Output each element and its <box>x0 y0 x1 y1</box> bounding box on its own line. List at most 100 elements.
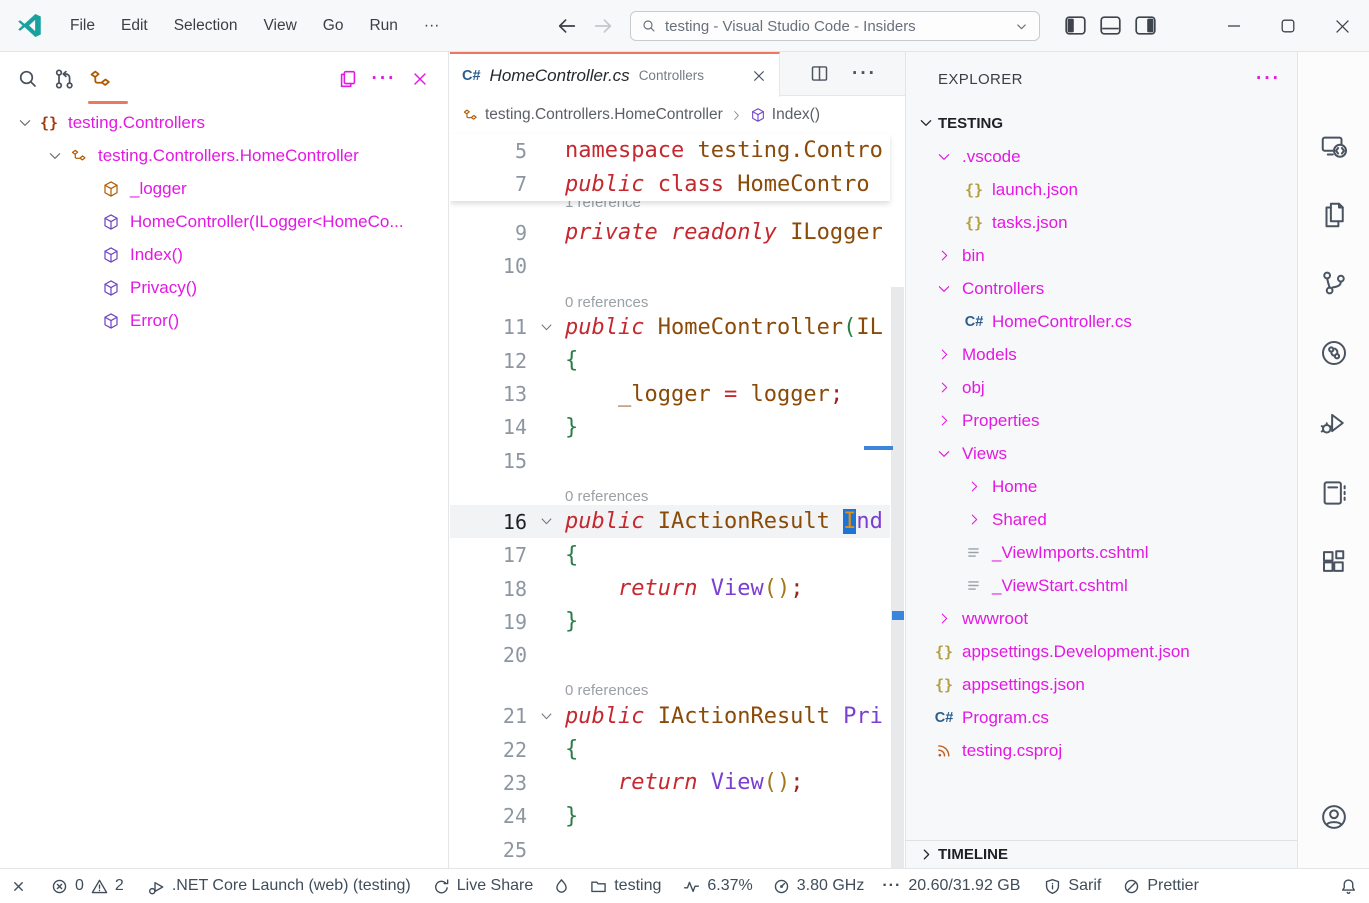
toggle-primary-sidebar-icon[interactable] <box>1062 12 1088 38</box>
toggle-panel-icon[interactable] <box>1097 12 1123 38</box>
command-center-search[interactable]: testing - Visual Studio Code - Insiders <box>630 11 1040 41</box>
notebook-icon[interactable] <box>1317 476 1351 510</box>
fold-chevron-icon[interactable] <box>527 320 565 335</box>
outline-item[interactable]: Privacy() <box>0 271 448 304</box>
status-clock-speed[interactable]: 3.80 GHz <box>773 877 865 895</box>
duplicate-icon[interactable] <box>333 64 363 94</box>
account-icon[interactable] <box>1317 800 1351 834</box>
code-line[interactable]: 7public class HomeContro <box>450 167 890 200</box>
fold-chevron-icon[interactable] <box>527 514 565 529</box>
minimize-button[interactable] <box>1207 0 1261 52</box>
section-testing[interactable]: TESTING <box>906 106 1297 140</box>
codelens-references[interactable]: 0 references <box>450 478 890 506</box>
explorer-item[interactable]: _ViewImports.cshtml <box>906 536 1297 569</box>
menu-edit[interactable]: Edit <box>108 11 161 41</box>
split-editor-icon[interactable] <box>809 63 830 84</box>
outline-item[interactable]: _logger <box>0 172 448 205</box>
code-line[interactable]: 18 return View(); <box>450 572 890 605</box>
status-remote[interactable] <box>10 878 27 895</box>
explorer-item[interactable]: Controllers <box>906 272 1297 305</box>
back-arrow-icon[interactable] <box>556 15 578 37</box>
explorer-item[interactable]: Views <box>906 437 1297 470</box>
code-line[interactable]: 11public HomeController(IL <box>450 311 890 344</box>
explorer-item[interactable]: {}appsettings.json <box>906 668 1297 701</box>
explorer-item[interactable]: Home <box>906 470 1297 503</box>
outline-item[interactable]: Index() <box>0 238 448 271</box>
status-sarif[interactable]: Sarif <box>1044 877 1101 895</box>
search-icon[interactable] <box>13 64 43 94</box>
outline-item[interactable]: {}testing.Controllers <box>0 106 448 139</box>
status-notifications[interactable] <box>1340 878 1357 895</box>
code-line[interactable]: 22{ <box>450 733 890 766</box>
breadcrumb-class[interactable]: testing.Controllers.HomeController <box>462 106 723 124</box>
status-cpu-usage[interactable]: 6.37% <box>683 877 752 895</box>
explorer-item[interactable]: bin <box>906 239 1297 272</box>
run-and-debug-icon[interactable] <box>1317 406 1351 440</box>
code-line[interactable]: 25 <box>450 833 890 866</box>
outline-item[interactable]: HomeController(ILogger<HomeCo... <box>0 205 448 238</box>
toggle-secondary-sidebar-icon[interactable] <box>1132 12 1158 38</box>
explorer-item[interactable]: testing.csproj <box>906 734 1297 767</box>
code-line[interactable]: 23 return View(); <box>450 766 890 799</box>
status-problems[interactable]: 02 <box>51 877 124 895</box>
menu-view[interactable]: View <box>250 11 309 41</box>
menu-run[interactable]: Run <box>356 11 410 41</box>
code-line[interactable]: 15 <box>450 444 890 477</box>
code-line[interactable]: 19} <box>450 605 890 638</box>
code-area[interactable]: 1 reference 5namespace testing.Contro7pu… <box>450 134 905 868</box>
explorer-more-icon[interactable]: ··· <box>1256 74 1281 84</box>
explorer-item[interactable]: {}launch.json <box>906 173 1297 206</box>
close-tab-icon[interactable] <box>751 68 767 84</box>
code-line[interactable]: 10 <box>450 250 890 283</box>
code-line[interactable]: 13 _logger = logger; <box>450 377 890 410</box>
code-line[interactable]: 14} <box>450 411 890 444</box>
explorer-item[interactable]: obj <box>906 371 1297 404</box>
code-line[interactable]: 21public IActionResult Pri <box>450 699 890 732</box>
code-line[interactable]: 24} <box>450 800 890 833</box>
explorer-item[interactable]: .vscode <box>906 140 1297 173</box>
explorer-item[interactable]: C#Program.cs <box>906 701 1297 734</box>
status-flame[interactable] <box>553 878 570 895</box>
menu-selection[interactable]: Selection <box>161 11 251 41</box>
status-memory-usage[interactable]: ···20.60/31.92 GB <box>882 877 1020 895</box>
codelens-references[interactable]: 0 references <box>450 672 890 700</box>
outline-item[interactable]: testing.Controllers.HomeController <box>0 139 448 172</box>
extensions-icon[interactable] <box>1317 546 1351 580</box>
code-line[interactable]: 12{ <box>450 344 890 377</box>
close-panel-icon[interactable] <box>405 64 435 94</box>
explorer-item[interactable]: Properties <box>906 404 1297 437</box>
code-line[interactable]: 5namespace testing.Contro <box>450 134 890 167</box>
explorer-item[interactable]: _ViewStart.cshtml <box>906 569 1297 602</box>
code-line[interactable]: 17{ <box>450 538 890 571</box>
menu-go[interactable]: Go <box>310 11 357 41</box>
class-hierarchy-icon[interactable] <box>85 64 115 94</box>
more-actions-icon[interactable]: ··· <box>369 64 399 94</box>
gitlens-icon[interactable] <box>1317 336 1351 370</box>
code-line[interactable]: 9private readonly ILogger <box>450 216 890 249</box>
explorer-item[interactable]: {}appsettings.Development.json <box>906 635 1297 668</box>
section-timeline[interactable]: TIMELINE <box>906 840 1297 868</box>
code-line[interactable]: 20 <box>450 639 890 672</box>
explorer-item[interactable]: Models <box>906 338 1297 371</box>
status-debug-launch[interactable]: .NET Core Launch (web) (testing) <box>148 877 411 895</box>
tab-homecontroller[interactable]: C# HomeController.cs Controllers <box>450 52 780 97</box>
editor-scrollbar[interactable] <box>891 287 904 868</box>
code-line[interactable]: 16public IActionResult Ind <box>450 505 890 538</box>
status-live-share[interactable]: Live Share <box>433 877 534 895</box>
source-control-icon[interactable] <box>1317 266 1351 300</box>
forward-arrow-icon[interactable] <box>592 15 614 37</box>
breadcrumb-symbol[interactable]: Index() <box>750 106 820 124</box>
explorer-item[interactable]: C#HomeController.cs <box>906 305 1297 338</box>
explorer-icon[interactable] <box>1317 198 1351 232</box>
compare-icon[interactable] <box>49 64 79 94</box>
status-prettier[interactable]: Prettier <box>1123 877 1199 895</box>
more-actions-icon[interactable]: ··· <box>852 70 877 78</box>
menu-overflow[interactable]: ··· <box>411 11 453 41</box>
close-window-button[interactable] <box>1315 0 1369 52</box>
explorer-item[interactable]: wwwroot <box>906 602 1297 635</box>
remote-explorer-icon[interactable] <box>1317 130 1351 164</box>
codelens-references[interactable]: 0 references <box>450 283 890 311</box>
status-workspace[interactable]: testing <box>590 877 661 895</box>
explorer-item[interactable]: Shared <box>906 503 1297 536</box>
explorer-item[interactable]: {}tasks.json <box>906 206 1297 239</box>
